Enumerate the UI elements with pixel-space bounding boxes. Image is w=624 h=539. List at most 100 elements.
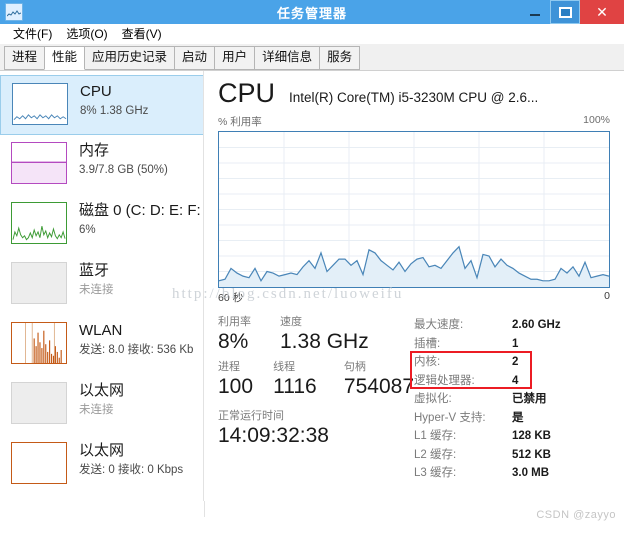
stat-threads-value: 1116 — [273, 375, 317, 398]
spec-hyperv-label: Hyper-V 支持: — [414, 411, 486, 424]
spec-row-l3-cache: L3 缓存: 3.0 MB — [414, 464, 610, 483]
graph-time-left: 60 秒 — [218, 292, 244, 304]
content-area: CPU 8% 1.38 GHz 内存 3.9/7.8 GB (50%) 磁盘 0… — [0, 71, 624, 519]
wlan-thumbnail-icon — [11, 322, 67, 364]
cpu-thumbnail-icon — [12, 83, 68, 125]
tab-app-history[interactable]: 应用历史记录 — [84, 46, 176, 70]
spec-sockets-label: 插槽: — [414, 337, 441, 350]
stat-handles-label: 句柄 — [343, 361, 366, 373]
memory-thumbnail-icon — [11, 142, 67, 184]
stat-row-usage: 利用率 8% 速度 1.38 GHz — [218, 315, 414, 355]
sidebar-item-ethernet-title: 以太网 — [79, 442, 125, 459]
sidebar-item-ethernet-disconnected-text: 以太网 未连接 — [79, 380, 124, 418]
tab-startup[interactable]: 启动 — [174, 46, 216, 70]
spec-l3-cache-label: L3 缓存: — [414, 467, 457, 479]
spec-row-logical-processors: 逻辑处理器: 4 — [414, 372, 610, 391]
spec-logical-processors-value: 4 — [512, 374, 519, 387]
bluetooth-thumbnail-icon — [11, 262, 67, 304]
cpu-panel-header: CPU Intel(R) Core(TM) i5-3230M CPU @ 2.6… — [218, 77, 610, 109]
page-title: CPU — [218, 78, 276, 108]
stat-uptime: 正常运行时间 14:09:32:38 — [218, 409, 414, 449]
stat-uptime-label: 正常运行时间 — [218, 410, 284, 422]
menu-item-file[interactable]: 文件(F) — [6, 24, 59, 43]
sidebar-item-ethernet-sub: 发送: 0 接收: 0 Kbps — [79, 464, 184, 476]
stat-processes: 进程 100 — [218, 360, 273, 400]
sidebar-item-ethernet-disconnected-sub: 未连接 — [79, 404, 114, 416]
footer-strip — [0, 501, 624, 539]
spec-l2-cache-label: L2 缓存: — [414, 448, 457, 461]
spec-row-hyperv: Hyper-V 支持: 是 — [414, 409, 610, 428]
sidebar-item-disk-sub: 6% — [79, 224, 96, 236]
menu-bar: 文件(F) 选项(O) 查看(V) — [0, 24, 624, 44]
tab-bar: 进程 性能 应用历史记录 启动 用户 详细信息 服务 — [0, 44, 624, 71]
minimize-button[interactable] — [520, 0, 550, 24]
stat-row-counts: 进程 100 线程 1116 句柄 754087 — [218, 360, 414, 400]
tab-performance[interactable]: 性能 — [44, 46, 86, 70]
cpu-utilization-graph — [218, 131, 610, 288]
stat-speed: 速度 1.38 GHz — [280, 315, 369, 355]
sidebar-item-memory[interactable]: 内存 3.9/7.8 GB (50%) — [0, 135, 203, 195]
sidebar-item-wlan-text: WLAN 发送: 8.0 接收: 536 Kb — [79, 320, 193, 358]
sidebar-item-cpu-title: CPU — [80, 83, 112, 100]
sidebar-item-ethernet-disconnected-title: 以太网 — [79, 382, 125, 399]
spec-sockets-value: 1 — [512, 337, 519, 350]
cpu-stats-area: 利用率 8% 速度 1.38 GHz 进程 100 线程 1116 句柄 754… — [218, 315, 610, 483]
resource-sidebar: CPU 8% 1.38 GHz 内存 3.9/7.8 GB (50%) 磁盘 0… — [0, 71, 204, 519]
stat-handles-value: 754087 — [343, 375, 414, 398]
sidebar-item-memory-sub: 3.9/7.8 GB (50%) — [79, 164, 168, 176]
spec-logical-processors-label: 逻辑处理器: — [414, 374, 475, 387]
footer-divider — [204, 501, 205, 517]
spec-virtualization-value: 已禁用 — [512, 393, 547, 405]
tab-services[interactable]: 服务 — [319, 46, 361, 70]
sidebar-item-ethernet[interactable]: 以太网 发送: 0 接收: 0 Kbps — [0, 435, 203, 495]
tab-processes[interactable]: 进程 — [4, 46, 46, 70]
sidebar-item-bluetooth[interactable]: 蓝牙 未连接 — [0, 255, 203, 315]
sidebar-item-cpu[interactable]: CPU 8% 1.38 GHz — [0, 75, 203, 135]
spec-row-virtualization: 虚拟化: 已禁用 — [414, 390, 610, 409]
spec-l2-cache-value: 512 KB — [512, 448, 551, 461]
graph-time-labels: 60 秒 0 — [218, 290, 610, 305]
spec-max-speed-label: 最大速度: — [414, 319, 464, 331]
stat-utilization: 利用率 8% — [218, 315, 280, 355]
stat-speed-label: 速度 — [280, 316, 302, 328]
cpu-specs-list: 最大速度: 2.60 GHz 插槽: 1 内核: 2 逻辑处理器: 4 虚拟化: — [410, 315, 610, 483]
menu-item-view[interactable]: 查看(V) — [115, 24, 169, 43]
sidebar-item-disk-title: 磁盘 0 (C: D: E: F: — [79, 202, 201, 219]
close-button[interactable]: ✕ — [580, 0, 624, 24]
sidebar-item-disk[interactable]: 磁盘 0 (C: D: E: F: 6% — [0, 195, 203, 255]
stat-processes-value: 100 — [218, 375, 254, 398]
stat-threads-label: 线程 — [273, 361, 296, 373]
spec-row-l2-cache: L2 缓存: 512 KB — [414, 446, 610, 465]
cpu-detail-panel: CPU Intel(R) Core(TM) i5-3230M CPU @ 2.6… — [204, 71, 624, 519]
spec-l1-cache-value: 128 KB — [512, 430, 551, 442]
spec-row-max-speed: 最大速度: 2.60 GHz — [414, 316, 610, 335]
spec-max-speed-value: 2.60 GHz — [512, 319, 561, 331]
tab-details[interactable]: 详细信息 — [254, 46, 321, 70]
graph-y-axis-label: % 利用率 — [218, 116, 262, 128]
sidebar-item-cpu-text: CPU 8% 1.38 GHz — [80, 81, 148, 119]
ethernet-thumbnail-icon — [11, 442, 67, 484]
title-bar: 任务管理器 ✕ — [0, 0, 624, 24]
spec-row-l1-cache: L1 缓存: 128 KB — [414, 427, 610, 446]
stat-uptime-value: 14:09:32:38 — [218, 424, 329, 447]
maximize-button[interactable] — [550, 0, 580, 24]
tab-users[interactable]: 用户 — [214, 46, 256, 70]
spec-row-cores: 内核: 2 — [414, 353, 610, 372]
cpu-stats-left: 利用率 8% 速度 1.38 GHz 进程 100 线程 1116 句柄 754… — [218, 315, 414, 483]
stat-speed-value: 1.38 GHz — [280, 330, 369, 353]
menu-item-options[interactable]: 选项(O) — [59, 24, 114, 43]
disk-thumbnail-icon — [11, 202, 67, 244]
spec-hyperv-value: 是 — [512, 411, 524, 424]
cpu-graph-svg — [219, 132, 609, 287]
sidebar-item-ethernet-disconnected[interactable]: 以太网 未连接 — [0, 375, 203, 435]
sidebar-item-disk-text: 磁盘 0 (C: D: E: F: 6% — [79, 200, 201, 238]
spec-cores-label: 内核: — [414, 356, 441, 368]
sidebar-item-wlan[interactable]: WLAN 发送: 8.0 接收: 536 Kb — [0, 315, 203, 375]
sidebar-item-bluetooth-sub: 未连接 — [79, 284, 114, 296]
stat-utilization-label: 利用率 — [218, 316, 251, 328]
sidebar-item-wlan-title: WLAN — [79, 322, 123, 339]
sidebar-item-bluetooth-text: 蓝牙 未连接 — [79, 260, 114, 298]
stat-processes-label: 进程 — [218, 361, 240, 373]
stat-utilization-value: 8% — [218, 330, 249, 353]
spec-row-sockets: 插槽: 1 — [414, 335, 610, 354]
